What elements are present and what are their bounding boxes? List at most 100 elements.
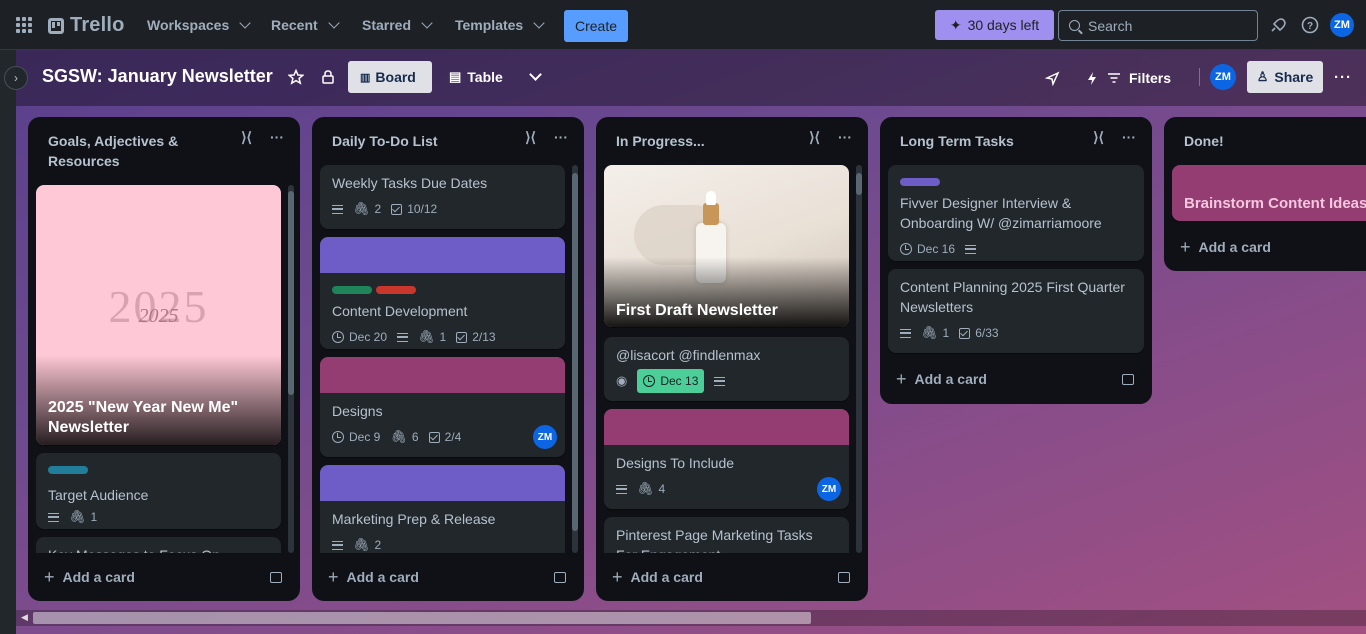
card-template-icon[interactable] <box>838 572 850 583</box>
attachments-badge: 🖇 1 <box>921 325 950 340</box>
list-controls: ⟩⟨ ··· <box>809 129 852 146</box>
board-title[interactable]: SGSW: January Newsletter <box>42 66 273 87</box>
paperclip-icon: 🖇 <box>353 201 370 216</box>
views-dropdown-icon[interactable] <box>526 68 544 86</box>
list-controls: ⟩⟨ ··· <box>241 129 284 146</box>
list-scrollbar[interactable] <box>288 185 294 553</box>
board-horizontal-scrollbar[interactable]: ◀ <box>16 610 1366 626</box>
plus-icon: + <box>44 566 55 587</box>
svg-text:?: ? <box>1307 21 1313 32</box>
card-first-draft[interactable]: First Draft Newsletter <box>604 165 849 327</box>
card-label <box>900 178 940 186</box>
card-template-icon[interactable] <box>270 572 282 583</box>
card-member-avatar[interactable]: ZM <box>817 477 841 501</box>
list-scrollbar[interactable] <box>572 165 578 553</box>
automation-icon[interactable] <box>1083 69 1101 87</box>
card-member-avatar[interactable]: ZM <box>533 425 557 449</box>
add-card-button[interactable]: + Add a card <box>328 561 419 593</box>
collapse-list-icon[interactable]: ⟩⟨ <box>1093 129 1104 146</box>
card-content-development[interactable]: Content Development Dec 20 🖇 1 2/13 <box>320 237 565 349</box>
card-weekly-tasks[interactable]: Weekly Tasks Due Dates 🖇 2 10/12 <box>320 165 565 229</box>
create-button[interactable]: Create <box>564 10 628 42</box>
card-template-icon[interactable] <box>1122 374 1134 385</box>
attachments-badge: 🖇 4 <box>637 481 666 496</box>
card-title: @lisacort @findlenmax <box>616 347 761 363</box>
board-view-icon: ▥ <box>360 71 370 84</box>
list-scrollbar[interactable] <box>856 165 862 553</box>
collapse-list-icon[interactable]: ⟩⟨ <box>241 129 252 146</box>
notifications-icon[interactable] <box>1269 16 1287 34</box>
card-title: Brainstorm Content Ideas <box>1184 195 1366 212</box>
view-table-button[interactable]: ▤ Table <box>437 61 515 93</box>
bottle-dropper <box>706 191 716 205</box>
view-board-button[interactable]: ▥ Board <box>348 61 432 93</box>
due-date-complete-badge[interactable]: Dec 13 <box>637 369 705 393</box>
description-icon <box>397 332 409 342</box>
collapse-list-icon[interactable]: ⟩⟨ <box>809 129 820 146</box>
card-title: Designs To Include <box>616 455 735 471</box>
search-input[interactable] <box>1088 17 1238 34</box>
card-key-messages[interactable]: Key Messages to Focus On <box>36 537 281 553</box>
account-avatar[interactable]: ZM <box>1330 13 1354 37</box>
add-card-button[interactable]: + Add a card <box>1180 231 1271 263</box>
plus-icon: + <box>328 566 339 587</box>
share-button[interactable]: ♙ Share <box>1247 61 1323 93</box>
board-menu-icon[interactable]: ··· <box>1334 68 1352 86</box>
card-brainstorm[interactable]: Brainstorm Content Ideas <box>1172 165 1366 221</box>
filters-button[interactable]: Filters <box>1107 62 1171 94</box>
card-designs-to-include[interactable]: Designs To Include 🖇 4 ZM <box>604 409 849 509</box>
add-card-button[interactable]: + Add a card <box>896 363 987 395</box>
power-ups-icon[interactable] <box>1043 69 1061 87</box>
logo-text: Trello <box>70 14 125 36</box>
card-fivver-interview[interactable]: Fivver Designer Interview & Onboarding W… <box>888 165 1144 261</box>
card-title: First Draft Newsletter <box>616 302 778 319</box>
list-menu-icon[interactable]: ··· <box>554 129 568 146</box>
list-menu-icon[interactable]: ··· <box>838 129 852 146</box>
card-content-planning[interactable]: Content Planning 2025 First Quarter News… <box>888 269 1144 353</box>
card-title: Designs <box>332 403 383 419</box>
starred-menu[interactable]: Starred <box>362 10 433 40</box>
paperclip-icon: 🖇 <box>353 537 370 552</box>
filter-icon <box>1108 73 1120 83</box>
card-target-audience[interactable]: Target Audience 🖇 1 <box>36 453 281 529</box>
list-title[interactable]: Done! <box>1164 117 1366 165</box>
description-icon <box>900 328 911 338</box>
templates-menu[interactable]: Templates <box>455 10 545 40</box>
workspaces-menu[interactable]: Workspaces <box>147 10 251 40</box>
help-icon[interactable]: ? <box>1301 16 1319 34</box>
card-cover <box>320 465 565 501</box>
add-card-button[interactable]: + Add a card <box>44 561 135 593</box>
cover-art-script: 2025 <box>138 305 179 327</box>
star-icon[interactable] <box>287 68 305 86</box>
scrollbar-thumb[interactable] <box>33 612 811 624</box>
card-image[interactable]: 2025 2025 2025 "New Year New Me" Newslet… <box>36 185 281 445</box>
list-menu-icon[interactable]: ··· <box>1122 129 1136 146</box>
app-switcher-icon[interactable] <box>16 17 32 33</box>
view-label: Board <box>375 69 416 85</box>
list-menu-icon[interactable]: ··· <box>270 129 284 146</box>
trello-logo[interactable]: Trello <box>48 14 125 37</box>
card-title: 2025 "New Year New Me" Newsletter <box>48 399 239 436</box>
scroll-left-arrow-icon[interactable]: ◀ <box>21 612 28 623</box>
chevron-down-icon <box>239 17 251 29</box>
card-mentions[interactable]: @lisacort @findlenmax ◉ Dec 13 <box>604 337 849 401</box>
sparkle-icon: ✦ <box>949 16 962 33</box>
expand-sidebar-button[interactable]: › <box>4 66 28 90</box>
list-controls: ⟩⟨ ··· <box>525 129 568 146</box>
add-card-button[interactable]: + Add a card <box>612 561 703 593</box>
trial-days-button[interactable]: ✦ 30 days left <box>935 10 1054 40</box>
card-label-green <box>332 286 372 294</box>
lock-icon[interactable] <box>320 69 336 85</box>
card-marketing-prep[interactable]: Marketing Prep & Release 🖇 2 <box>320 465 565 553</box>
collapse-list-icon[interactable]: ⟩⟨ <box>525 129 536 146</box>
board-member-avatar[interactable]: ZM <box>1210 64 1236 90</box>
search-box[interactable] <box>1058 10 1258 41</box>
card-badges: 🖇 4 <box>604 477 849 501</box>
menu-label: Starred <box>362 17 412 33</box>
due-date-badge: Dec 20 <box>332 330 387 344</box>
card-designs[interactable]: Designs Dec 9 🖇 6 2/4 ZM <box>320 357 565 457</box>
card-pinterest[interactable]: Pinterest Page Marketing Tasks For Engag… <box>604 517 849 553</box>
recent-menu[interactable]: Recent <box>271 10 340 40</box>
card-label-red <box>376 286 416 294</box>
card-template-icon[interactable] <box>554 572 566 583</box>
